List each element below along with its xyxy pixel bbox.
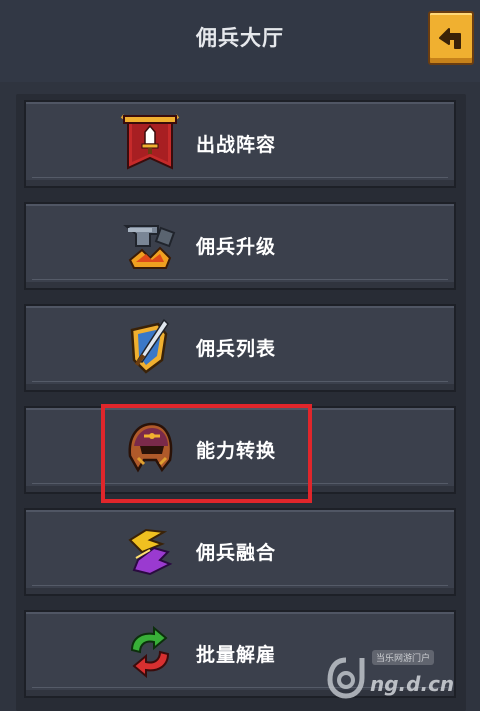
watermark: 当乐网游门户 ng.d.cn [326, 644, 476, 704]
menu-label: 批量解雇 [196, 644, 277, 666]
selection-highlight [101, 404, 312, 503]
divider [32, 381, 448, 382]
watermark-tagline: 当乐网游门户 [372, 650, 435, 665]
menu-label: 佣兵升级 [196, 236, 277, 258]
dcn-logo-icon [327, 657, 365, 699]
menu-label: 佣兵列表 [196, 338, 277, 360]
fusion-icon [120, 518, 180, 582]
fusion-button[interactable]: 佣兵融合 [24, 508, 456, 596]
menu-label: 佣兵融合 [196, 542, 277, 564]
anvil-icon [120, 212, 180, 276]
divider [32, 177, 448, 178]
watermark-domain: ng.d.cn [370, 672, 455, 696]
upgrade-button[interactable]: 佣兵升级 [24, 202, 456, 290]
divider [32, 279, 448, 280]
recycle-arrows-icon [120, 620, 180, 684]
back-button[interactable] [428, 11, 474, 65]
shield-sword-icon [120, 314, 180, 378]
lineup-button[interactable]: 出战阵容 [24, 100, 456, 188]
menu-label: 出战阵容 [196, 134, 277, 156]
banner-sword-icon [120, 110, 180, 174]
list-button[interactable]: 佣兵列表 [24, 304, 456, 392]
header-bar: 佣兵大厅 [0, 0, 480, 82]
page-title: 佣兵大厅 [196, 26, 284, 50]
back-arrow-icon [439, 28, 461, 49]
divider [32, 585, 448, 586]
